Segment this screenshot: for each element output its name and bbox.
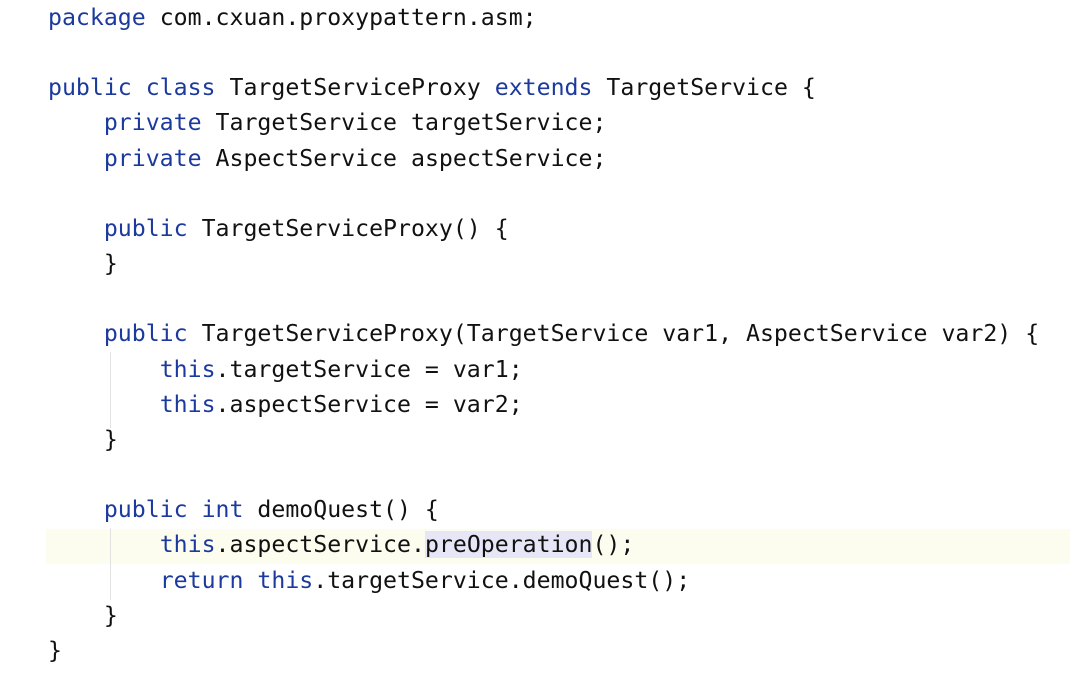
- code-line[interactable]: public TargetServiceProxy(TargetService …: [48, 316, 1039, 351]
- keyword-token: public class: [48, 74, 216, 102]
- code-token: }: [48, 636, 62, 664]
- keyword-token: private: [103, 109, 202, 137]
- code-token: .aspectService.: [215, 531, 425, 559]
- code-line[interactable]: package com.cxuan.proxypattern.asm;: [48, 0, 1039, 35]
- code-line[interactable]: public int demoQuest() {: [48, 492, 1039, 527]
- keyword-token: extends: [494, 74, 593, 102]
- code-line[interactable]: }: [48, 422, 1039, 457]
- keyword-token: return this: [159, 566, 314, 594]
- code-token: .targetService = var1;: [215, 355, 523, 383]
- keyword-token: package: [48, 4, 146, 31]
- code-token: demoQuest() {: [243, 496, 439, 524]
- code-line[interactable]: private AspectService aspectService;: [48, 141, 1039, 176]
- keyword-token: this: [159, 390, 216, 418]
- code-line[interactable]: }: [48, 598, 1039, 633]
- code-line[interactable]: this.aspectService = var2;: [48, 387, 1039, 422]
- code-token: }: [48, 601, 118, 629]
- keyword-token: public: [103, 214, 188, 242]
- code-line[interactable]: }: [48, 633, 1039, 668]
- code-token: AspectService aspectService;: [201, 144, 607, 172]
- code-line[interactable]: [48, 457, 1039, 492]
- code-line[interactable]: [48, 281, 1039, 316]
- code-line[interactable]: return this.targetService.demoQuest();: [48, 563, 1039, 598]
- highlighted-token: preOperation: [424, 531, 593, 559]
- code-line[interactable]: [48, 35, 1039, 70]
- code-editor[interactable]: package com.cxuan.proxypattern.asm; publ…: [0, 0, 1080, 678]
- code-token: TargetService targetService;: [201, 109, 607, 137]
- keyword-token: public int: [103, 496, 244, 524]
- code-token: com.cxuan.proxypattern.asm;: [145, 4, 537, 31]
- code-line[interactable]: public class TargetServiceProxy extends …: [48, 70, 1039, 105]
- keyword-token: this: [159, 531, 216, 559]
- code-token: }: [48, 425, 118, 453]
- code-token: TargetServiceProxy: [215, 74, 495, 102]
- code-line[interactable]: [48, 176, 1039, 211]
- code-token: ();: [592, 531, 635, 559]
- keyword-token: public: [103, 320, 188, 348]
- code-line[interactable]: }: [48, 246, 1039, 281]
- code-token: TargetServiceProxy(TargetService var1, A…: [187, 320, 1040, 348]
- code-text[interactable]: package com.cxuan.proxypattern.asm; publ…: [48, 0, 1039, 668]
- keyword-token: this: [159, 355, 216, 383]
- code-token: TargetService {: [592, 74, 816, 102]
- code-line[interactable]: this.targetService = var1;: [48, 352, 1039, 387]
- keyword-token: private: [103, 144, 202, 172]
- code-token: TargetServiceProxy() {: [187, 214, 509, 242]
- code-token: .aspectService = var2;: [215, 390, 523, 418]
- code-line[interactable]: this.aspectService.preOperation();: [48, 527, 1039, 562]
- code-line[interactable]: private TargetService targetService;: [48, 105, 1039, 140]
- code-token: .targetService.demoQuest();: [313, 566, 691, 594]
- code-token: }: [48, 250, 118, 278]
- code-line[interactable]: public TargetServiceProxy() {: [48, 211, 1039, 246]
